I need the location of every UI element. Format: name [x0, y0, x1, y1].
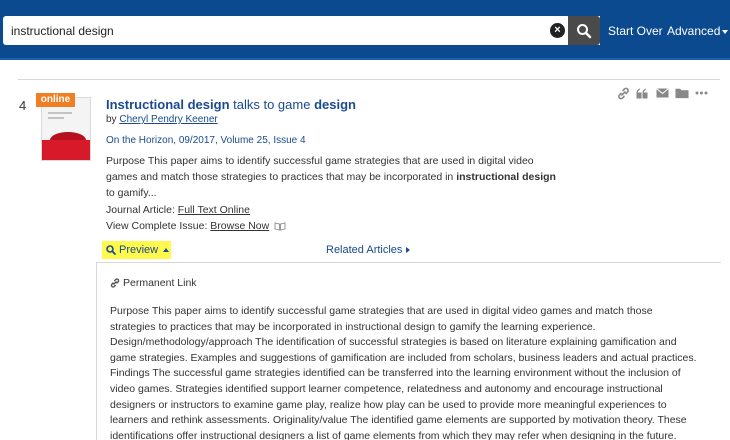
search-button[interactable]: [568, 16, 600, 45]
advanced-search-link[interactable]: Advanced: [667, 24, 729, 38]
browse-now-link[interactable]: Browse Now: [210, 220, 269, 232]
snippet-text: to gamify...: [106, 187, 157, 199]
chevron-right-icon: [406, 247, 411, 254]
cover-graphic: [42, 140, 90, 160]
publication-source: On the Horizon, 09/2017, Volume 25, Issu…: [106, 135, 306, 146]
link-icon: [110, 278, 120, 288]
start-over-link[interactable]: Start Over: [608, 24, 663, 38]
x-circle-icon[interactable]: ×: [550, 23, 565, 38]
snippet-highlight: instructional design: [456, 171, 556, 183]
title-part: design: [314, 97, 356, 112]
link-icon[interactable]: [616, 86, 630, 100]
format-line: Journal Article: Full Text Online: [106, 204, 250, 216]
tab-preview[interactable]: Preview: [102, 241, 171, 259]
result-number: 4: [19, 98, 27, 113]
cover-text-line: [48, 117, 64, 119]
permanent-link[interactable]: Permanent Link: [110, 277, 197, 289]
advanced-label: Advanced: [667, 24, 721, 38]
abstract-snippet: Purpose This paper aims to identify succ…: [106, 153, 561, 201]
permalink-label: Permanent Link: [123, 277, 197, 289]
tab-related-articles[interactable]: Related Articles: [326, 244, 411, 256]
related-label: Related Articles: [326, 244, 403, 256]
search-box: ×: [3, 16, 600, 45]
byline: by Cheryl Pendry Keener: [106, 114, 218, 125]
search-bar: × Start Over Advanced: [0, 0, 730, 60]
author-link[interactable]: Cheryl Pendry Keener: [119, 114, 217, 125]
full-text-link[interactable]: Full Text Online: [178, 204, 250, 216]
byline-label: by: [106, 114, 117, 125]
title-part: talks to game: [229, 97, 315, 112]
preview-label: Preview: [119, 244, 159, 256]
issue-line: View Complete Issue: Browse Now: [106, 220, 286, 232]
magnifier-icon: [106, 245, 116, 255]
divider: [18, 79, 720, 80]
book-icon: [274, 222, 286, 231]
chevron-up-icon: [163, 248, 170, 252]
format-label: Journal Article:: [106, 204, 175, 216]
title-part: Instructional design: [106, 97, 230, 112]
full-abstract: Purpose This paper aims to identify succ…: [110, 305, 697, 440]
quote-icon[interactable]: [636, 86, 650, 100]
issue-label: View Complete Issue:: [106, 220, 208, 232]
more-icon[interactable]: [694, 86, 708, 100]
result-title[interactable]: Instructional design talks to game desig…: [106, 97, 356, 112]
chevron-down-icon: [722, 29, 729, 34]
magnifier-icon: [577, 23, 592, 38]
folder-icon[interactable]: [674, 86, 689, 100]
online-badge: online: [36, 93, 75, 107]
cover-text-line: [48, 112, 72, 114]
search-input[interactable]: [3, 16, 543, 45]
result-actions: [616, 86, 708, 100]
email-icon[interactable]: [655, 86, 669, 100]
